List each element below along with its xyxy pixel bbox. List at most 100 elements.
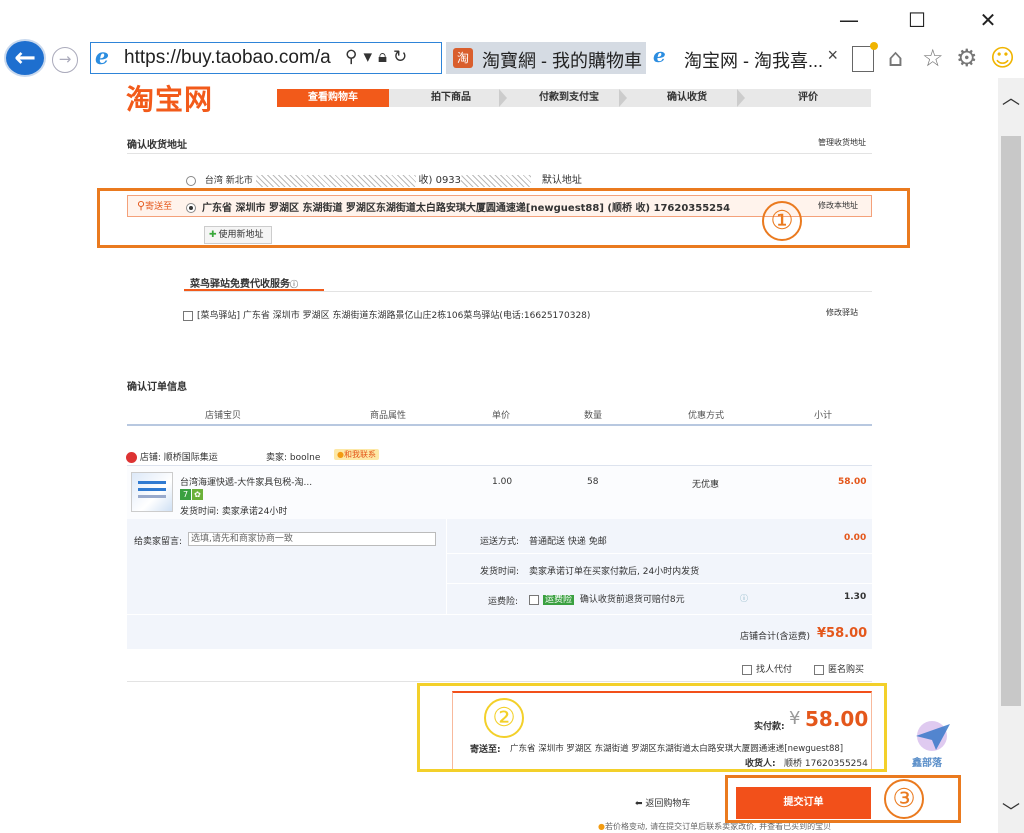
tab-taobao[interactable]: e 淘宝网 - 淘我喜... × [648,42,846,74]
page-scrollbar[interactable]: ︿ ﹀ [998,78,1024,833]
smiley-feedback-icon[interactable]: ☺ [990,44,1015,72]
insurance-price: 1.30 [844,592,867,602]
item-subtotal: 58.00 [838,477,867,487]
radio-unchecked[interactable] [186,175,196,186]
table-header-divider [127,424,872,426]
shop-icon [126,452,137,463]
forward-button[interactable]: → [52,47,78,73]
insurance-label: 运费险: [488,597,519,607]
edit-station-link[interactable]: 修改驿站 [826,307,858,318]
back-button[interactable] [4,39,46,77]
progress-steps: 查看购物车 拍下商品 付款到支付宝 确认收货 评价 [277,89,871,107]
tab-cart[interactable]: 淘 淘寶網 - 我的購物車 [446,42,646,74]
insurance-option[interactable]: 运费险 确认收货前退货可赔付8元 [529,592,685,605]
col-header-subtotal: 小计 [814,411,833,421]
annotation-number-3: ③ [884,779,924,819]
manage-address-link[interactable]: 管理收货地址 [818,137,866,148]
favorites-star-icon[interactable]: ☆ [922,44,944,72]
watermark-logo: 鑫部落 [906,718,962,769]
order-section-title: 确认订单信息 [127,382,187,393]
unit-price: 1.00 [492,477,513,487]
discount-method: 无优惠 [692,480,720,490]
step-review: 评价 [798,92,818,103]
address-section-title: 确认收货地址 [127,140,187,151]
refresh-icon[interactable]: ↻ [393,47,413,67]
divider [127,153,872,154]
ship-time-label: 发货时间: [480,567,520,577]
quantity: 58 [587,477,599,487]
cainiao-title: 菜鸟驿站免费代收服务ⓘ [190,279,298,290]
annotation-box-submit [725,775,961,823]
divider [446,519,447,614]
address-option-taiwan[interactable]: 台湾 新北市 收) 0933 默认地址 [186,171,582,187]
cainiao-checkbox[interactable] [183,310,193,321]
col-header-price: 单价 [492,411,511,421]
proxy-pay-option[interactable]: 找人代付 [742,662,792,675]
annotation-number-2: ② [484,698,524,738]
scroll-thumb[interactable] [1001,136,1021,706]
close-tab-icon[interactable]: × [827,45,838,66]
col-header-attr: 商品属性 [370,411,407,421]
step-view-cart: 查看购物车 [277,89,389,107]
divider [446,583,872,584]
masked-address [255,174,416,187]
settings-gear-icon[interactable]: ⚙ [956,44,978,72]
lock-icon[interactable]: 🔒︎ [378,47,393,67]
step-separator [499,89,507,107]
url-text[interactable]: https://buy.taobao.com/a [124,47,344,69]
maximize-button[interactable]: ☐ [902,8,932,32]
service-badge-icon: ✿ [192,489,203,500]
col-header-qty: 数量 [584,411,603,421]
seller-name[interactable]: 卖家: boolne [266,450,320,463]
ie-favicon-icon: e [653,43,666,67]
product-ship-time: 发货时间: 卖家承诺24小时 [180,507,288,517]
window-controls: — ☐ ✕ [0,0,1024,38]
shop-row: 店铺: 顺桥国际集运 [126,450,218,463]
dropdown-icon[interactable]: ▾ [363,47,378,67]
taobao-favicon-icon: 淘 [453,48,473,68]
insurance-info-icon[interactable]: ⓘ [740,593,748,604]
divider [127,681,872,682]
step-separator [737,89,745,107]
product-name-link[interactable]: 台湾海運快遞-大件家具包税-淘... [180,475,312,488]
anonymous-buy-option[interactable]: 匿名购买 [814,662,864,675]
anonymous-checkbox[interactable] [814,664,824,675]
scroll-up-icon[interactable]: ︿ [998,84,1024,110]
address-bar[interactable]: e https://buy.taobao.com/a ⚲▾🔒︎↻ [90,42,442,74]
proxy-pay-checkbox[interactable] [742,664,752,675]
divider [127,614,872,615]
shop-total: ¥58.00 [817,626,868,641]
cainiao-station-option[interactable]: [菜鸟驿站] 广东省 深圳市 罗湖区 东湖街道东湖路景亿山庄2栋106菜鸟驿站(… [183,308,590,321]
contact-seller-button[interactable]: ●和我联系 [334,449,379,460]
seven-day-return-icon: 7 [180,489,191,500]
col-header-item: 店铺宝贝 [205,411,242,421]
taobao-logo[interactable]: 淘宝网 [126,78,213,118]
ie-icon: e [95,44,109,70]
browser-toolbar: → e https://buy.taobao.com/a ⚲▾🔒︎↻ 淘 淘寶網… [0,38,1024,78]
product-thumbnail[interactable] [131,472,173,512]
shipping-label: 运送方式: [480,537,520,547]
close-window-button[interactable]: ✕ [973,8,1003,32]
search-icon[interactable]: ⚲ [345,47,363,67]
shop-name[interactable]: 店铺: 顺桥国际集运 [140,453,218,463]
checkout-page: 淘宝网 查看购物车 拍下商品 付款到支付宝 确认收货 评价 确认收货地址 管理收… [0,78,998,833]
seller-message-input[interactable]: 选填,请先和商家协商一致 [188,532,436,546]
insurance-checkbox[interactable] [529,594,539,605]
col-header-discount: 优惠方式 [688,411,725,421]
divider [184,291,872,292]
help-icon[interactable]: ⓘ [290,280,298,289]
product-badges: 7 ✿ [180,489,204,500]
step-separator [619,89,627,107]
scroll-down-icon[interactable]: ﹀ [998,798,1024,824]
masked-phone [461,174,532,187]
default-address-label: 默认地址 [541,175,582,186]
shop-total-label: 店铺合计(含运费) [740,632,811,642]
back-to-cart-link[interactable]: ⬅ 返回购物车 [635,796,690,809]
annotation-number-1: ① [762,201,802,241]
chat-icon: ● [337,450,344,459]
minimize-button[interactable]: — [834,8,864,32]
step-confirm-receipt: 确认收货 [667,92,707,103]
address-tools: ⚲▾🔒︎↻ [345,47,413,67]
home-icon[interactable]: ⌂ [888,44,903,72]
new-tab-button[interactable] [852,42,878,72]
